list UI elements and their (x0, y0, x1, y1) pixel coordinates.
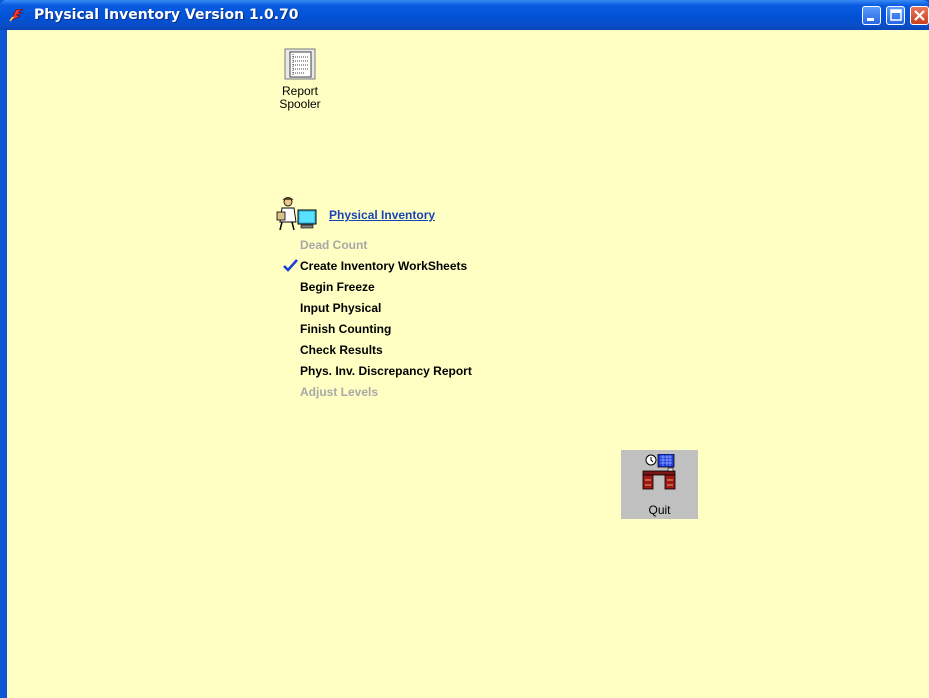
title-bar[interactable]: Physical Inventory Version 1.0.70 (0, 0, 929, 30)
window-title: Physical Inventory Version 1.0.70 (34, 7, 299, 23)
menu-item-discrepancy-report[interactable]: Phys. Inv. Discrepancy Report (300, 361, 472, 382)
menu-item-finish-counting[interactable]: Finish Counting (300, 319, 472, 340)
close-button[interactable] (910, 6, 929, 25)
quit-desk-icon (642, 454, 676, 490)
report-spooler-button[interactable]: Report Spooler (275, 48, 325, 120)
menu-item-dead-count[interactable]: Dead Count (300, 235, 472, 256)
main-panel: Report Spooler Physical Inventory Dead C… (7, 30, 929, 698)
minimize-button[interactable] (862, 6, 881, 25)
menu-item-begin-freeze[interactable]: Begin Freeze (300, 277, 472, 298)
menu-item-create-inventory-worksheets[interactable]: Create Inventory WorkSheets (283, 256, 472, 277)
app-window: Physical Inventory Version 1.0.70 Report… (0, 0, 929, 698)
app-icon (9, 8, 24, 22)
inventory-worker-icon (276, 197, 317, 231)
quit-button[interactable]: Quit (621, 450, 698, 519)
maximize-icon (890, 9, 902, 21)
physical-inventory-link[interactable]: Physical Inventory (329, 208, 435, 222)
maximize-button[interactable] (886, 6, 905, 25)
menu-item-check-results[interactable]: Check Results (300, 340, 472, 361)
quit-label: Quit (648, 503, 671, 517)
minimize-icon (867, 18, 874, 21)
menu-item-adjust-levels[interactable]: Adjust Levels (300, 382, 472, 403)
report-icon (284, 48, 316, 80)
menu-item-input-physical[interactable]: Input Physical (300, 298, 472, 319)
close-icon (914, 10, 925, 21)
checkmark-icon (283, 259, 298, 272)
report-spooler-label: Report Spooler (279, 84, 321, 111)
inventory-steps-menu: Dead Count Create Inventory WorkSheets B… (283, 235, 472, 403)
